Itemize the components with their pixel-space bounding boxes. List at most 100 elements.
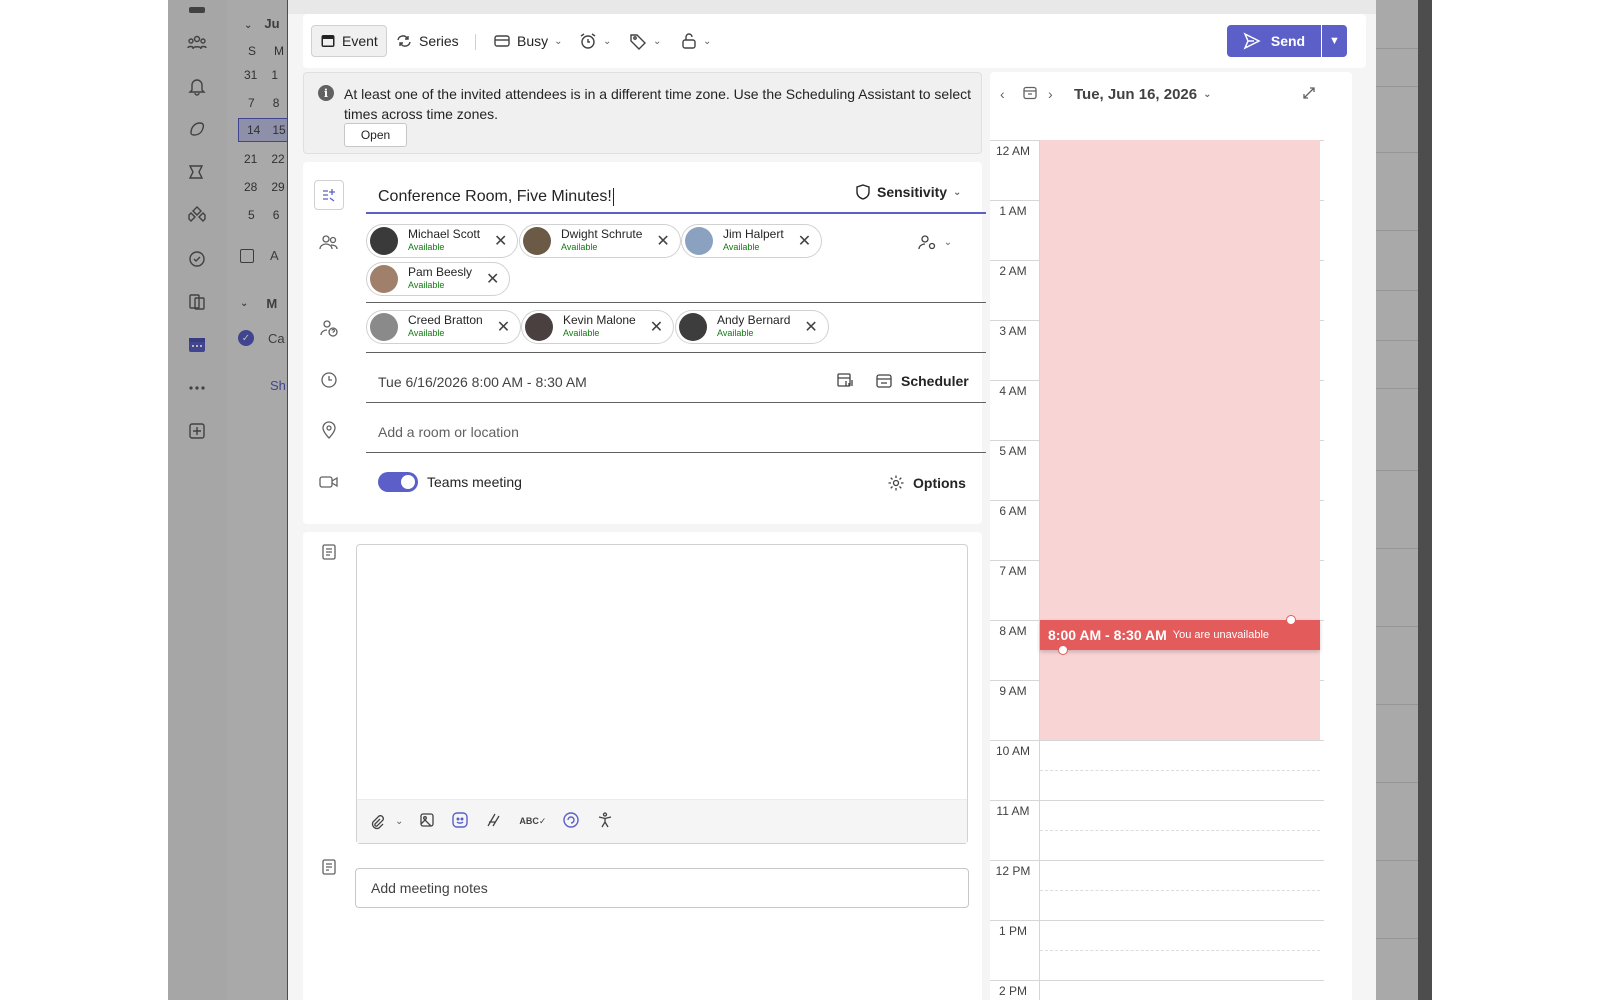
- attendee-chip[interactable]: Pam Beesly Available ✕: [366, 262, 511, 296]
- location-input[interactable]: Add a room or location: [378, 424, 519, 440]
- sticker-icon[interactable]: [451, 811, 469, 833]
- attendee-chip[interactable]: Creed Bratton Available ✕: [366, 310, 522, 344]
- date-time-field[interactable]: Tue 6/16/2026 8:00 AM - 8:30 AM: [378, 374, 587, 390]
- avatar: [679, 313, 707, 341]
- meeting-notes-input[interactable]: Add meeting notes: [355, 868, 969, 908]
- teams-meeting-toggle[interactable]: [378, 472, 418, 492]
- half-hour-gridline: [1040, 830, 1320, 831]
- avatar: [523, 227, 551, 255]
- scheduled-event-block[interactable]: 8:00 AM - 8:30 AM You are unavailable: [1040, 620, 1320, 650]
- today-icon[interactable]: [1022, 85, 1038, 104]
- title-value: Conference Room, Five Minutes!: [378, 188, 612, 205]
- hour-label: 7 AM: [999, 564, 1027, 578]
- remove-attendee-icon[interactable]: ✕: [497, 317, 510, 337]
- remove-attendee-icon[interactable]: ✕: [650, 317, 663, 337]
- description-icon: [319, 542, 339, 562]
- attendee-chip[interactable]: Dwight Schrute Available ✕: [519, 224, 681, 258]
- meeting-notes-icon: [319, 857, 339, 877]
- event-type-button[interactable]: Event: [311, 25, 387, 57]
- remove-attendee-icon[interactable]: ✕: [656, 231, 669, 251]
- sensitivity-label: Sensitivity: [877, 184, 948, 200]
- attendee-info: Pam Beesly Available: [408, 266, 472, 292]
- shield-icon: [856, 184, 870, 200]
- hour-label: 2 AM: [999, 264, 1027, 278]
- remove-attendee-icon[interactable]: ✕: [798, 231, 811, 251]
- hour-label: 1 AM: [999, 204, 1027, 218]
- hour-label: 12 PM: [995, 864, 1031, 878]
- attendee-status: Available: [723, 242, 760, 252]
- attach-icon[interactable]: ⌄: [369, 814, 403, 830]
- hour-label: 2 PM: [998, 984, 1027, 998]
- optional-attendees-icon: [319, 318, 339, 338]
- series-button[interactable]: Series: [387, 25, 467, 57]
- scheduler-button[interactable]: Scheduler: [875, 372, 969, 390]
- hour-label: 9 AM: [999, 684, 1027, 698]
- loop-icon[interactable]: [562, 811, 580, 833]
- attendee-name: Dwight Schrute: [561, 227, 643, 241]
- hour-label: 5 AM: [999, 444, 1027, 458]
- title-templates-icon[interactable]: [314, 180, 344, 210]
- location-underline: [366, 452, 986, 453]
- attendee-chip[interactable]: Andy Bernard Available ✕: [675, 310, 829, 344]
- sensitivity-dropdown[interactable]: Sensitivity ⌄: [855, 184, 961, 200]
- send-options-dropdown[interactable]: ▼: [1322, 25, 1347, 57]
- attendee-chip[interactable]: Kevin Malone Available ✕: [521, 310, 675, 344]
- video-camera-icon: [319, 472, 339, 492]
- half-hour-gridline: [1040, 890, 1320, 891]
- attendee-info: Kevin Malone Available: [563, 314, 636, 340]
- attendee-info: Dwight Schrute Available: [561, 228, 642, 254]
- attendee-options-button[interactable]: ⌄: [915, 232, 955, 252]
- attendee-name: Jim Halpert: [723, 227, 784, 241]
- expand-icon[interactable]: [1302, 86, 1316, 103]
- chevron-down-icon: ⌄: [395, 816, 404, 827]
- day-time-grid[interactable]: 2 PM 1 PM 12 PM 11 AM 10 AM 9 AM 8 AM 7 AM 6 AM 5…: [990, 140, 1352, 1000]
- attendee-status: Available: [408, 328, 445, 338]
- attendee-name: Kevin Malone: [563, 313, 636, 327]
- show-as-dropdown[interactable]: Busy ⌄: [485, 25, 571, 57]
- meeting-options-button[interactable]: Options: [887, 474, 966, 492]
- event-details-form: Conference Room, Five Minutes! Sensitivi…: [303, 162, 986, 524]
- attendee-chip[interactable]: Jim Halpert Available ✕: [681, 224, 823, 258]
- calendar-date-picker[interactable]: Tue, Jun 16, 2026 ⌄: [1074, 86, 1212, 103]
- attendee-name: Michael Scott: [408, 227, 481, 241]
- format-text-icon[interactable]: [485, 811, 503, 833]
- event-resize-handle-bottom[interactable]: [1058, 645, 1068, 655]
- next-day-icon[interactable]: ›: [1048, 86, 1053, 102]
- privacy-dropdown[interactable]: ⌄: [673, 25, 719, 57]
- avatar: [370, 265, 398, 293]
- series-label: Series: [419, 33, 459, 49]
- spelling-icon[interactable]: ABC✓: [519, 816, 546, 827]
- category-dropdown[interactable]: ⌄: [621, 25, 669, 57]
- open-scheduling-assistant-button[interactable]: Open: [344, 123, 407, 147]
- half-hour-gridline: [1040, 770, 1320, 771]
- required-attendees-icon: [319, 232, 339, 252]
- description-editor[interactable]: ⌄ ABC✓: [356, 544, 968, 844]
- send-button[interactable]: Send: [1227, 25, 1321, 57]
- accessibility-icon[interactable]: [596, 811, 614, 833]
- optional-attendees-underline: [366, 352, 986, 353]
- hour-row: 12 PM: [990, 860, 1324, 920]
- image-icon[interactable]: [419, 812, 435, 832]
- chevron-down-icon: ⌄: [554, 35, 563, 47]
- location-pin-icon: [319, 420, 339, 440]
- chevron-down-icon: ⌄: [1203, 89, 1212, 100]
- previous-day-icon[interactable]: ‹: [1000, 86, 1005, 102]
- reminder-dropdown[interactable]: ⌄: [571, 25, 619, 57]
- event-resize-handle-top[interactable]: [1286, 615, 1296, 625]
- hour-gridline: [990, 800, 1324, 801]
- people-settings-icon: [918, 235, 935, 250]
- options-label: Options: [913, 475, 966, 491]
- required-attendees-underline: [366, 302, 986, 303]
- event-time-range: 8:00 AM - 8:30 AM: [1048, 627, 1167, 643]
- room-finder-icon[interactable]: [835, 370, 855, 390]
- attendee-status: Available: [408, 242, 445, 252]
- time-column-divider: [1039, 140, 1040, 1000]
- chevron-down-icon: ⌄: [603, 35, 612, 47]
- remove-attendee-icon[interactable]: ✕: [494, 231, 507, 251]
- remove-attendee-icon[interactable]: ✕: [486, 269, 499, 289]
- remove-attendee-icon[interactable]: ✕: [804, 317, 817, 337]
- attendee-chip[interactable]: Michael Scott Available ✕: [366, 224, 519, 258]
- hour-label: 10 AM: [995, 744, 1031, 758]
- hour-row: 11 AM: [990, 800, 1324, 860]
- gear-icon: [888, 475, 904, 491]
